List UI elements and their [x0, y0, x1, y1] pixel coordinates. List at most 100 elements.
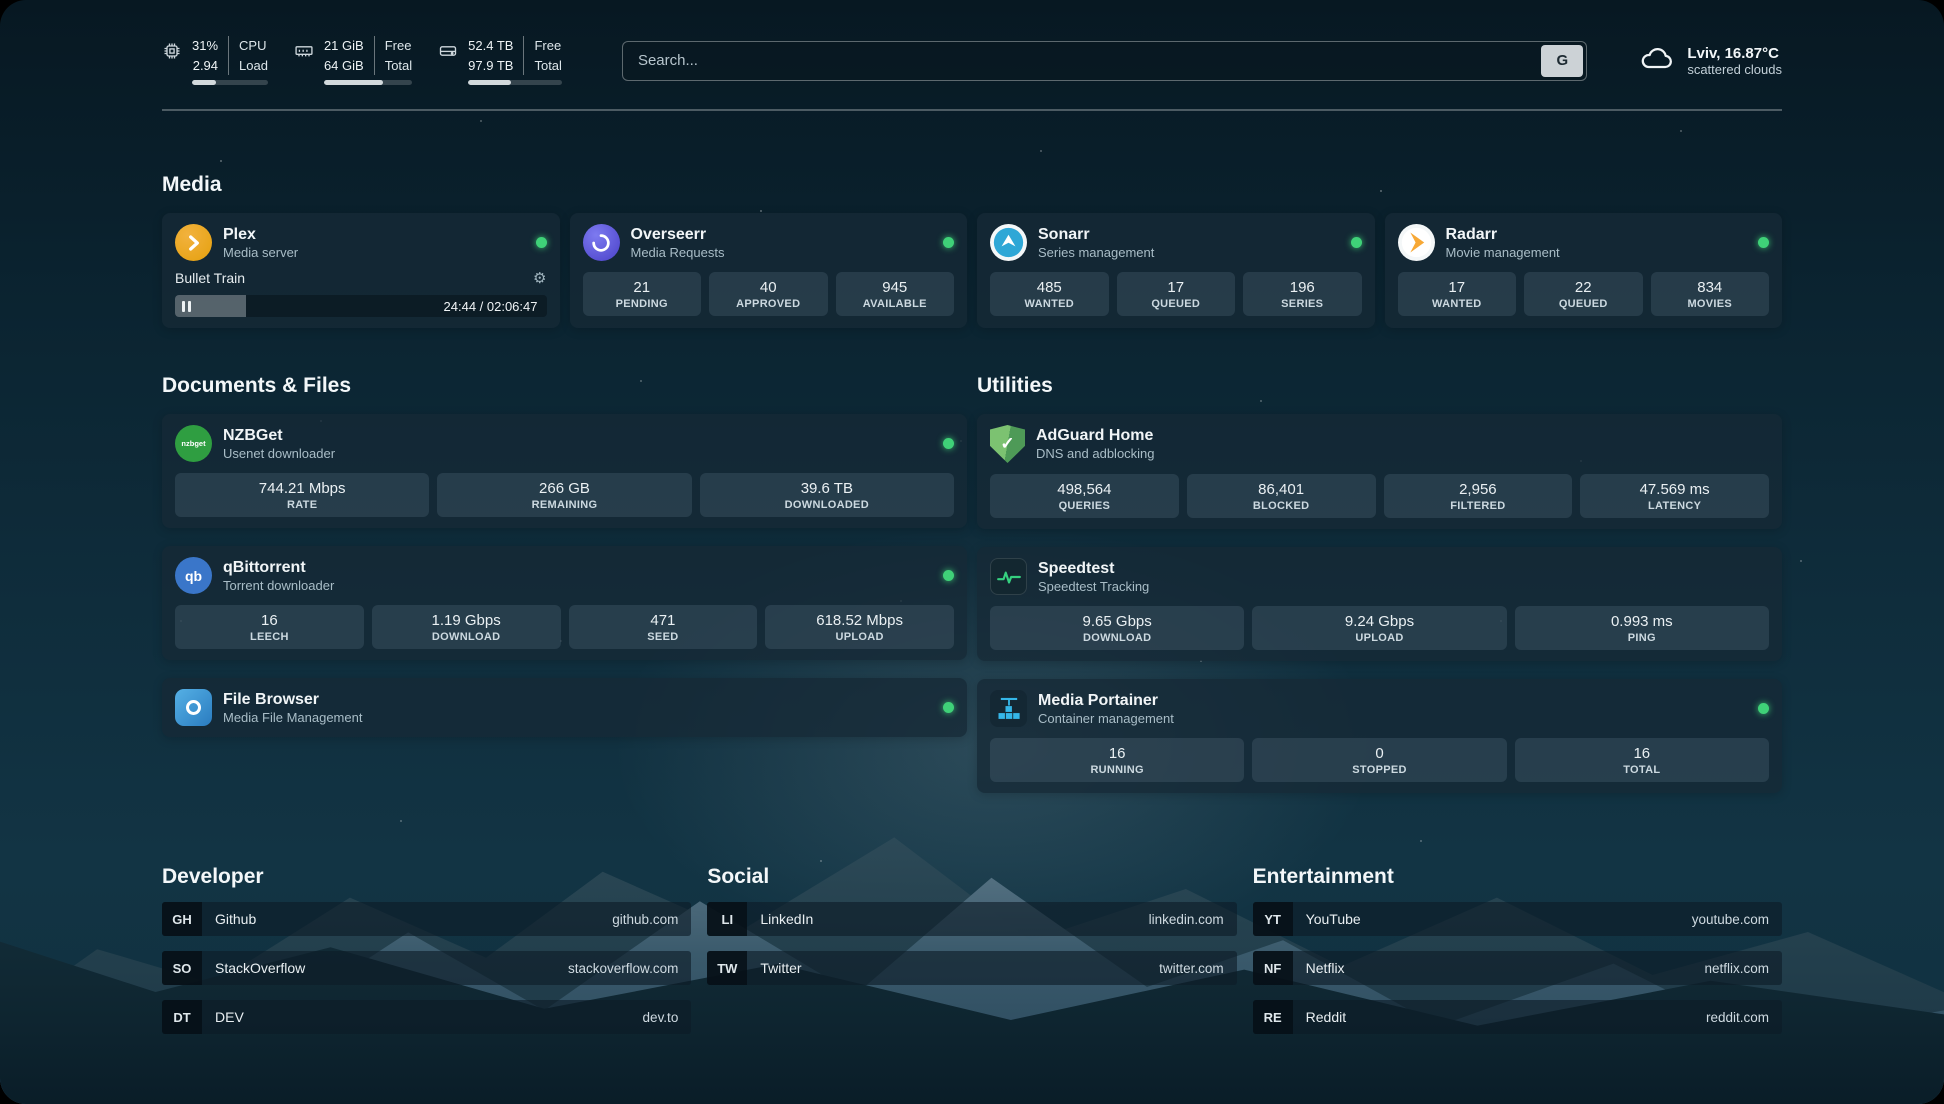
app-card-plex[interactable]: Plex Media server Bullet Train ⚙: [162, 213, 560, 328]
stat-movies: 834MOVIES: [1651, 272, 1770, 316]
radarr-icon: [1398, 224, 1435, 261]
stat-download: 9.65 GbpsDOWNLOAD: [990, 606, 1244, 650]
link-reddit[interactable]: RE Reddit reddit.com: [1253, 1000, 1782, 1034]
memory-free: 21 GiB: [324, 36, 364, 56]
stat-wanted: 17WANTED: [1398, 272, 1517, 316]
status-dot: [943, 702, 954, 713]
cpu-load: 2.94: [193, 56, 218, 76]
adguard-icon: ✓: [990, 425, 1025, 463]
cpu-label-bottom: Load: [239, 56, 268, 76]
status-dot: [1351, 237, 1362, 248]
app-title: AdGuard Home: [1036, 427, 1155, 445]
app-title: Radarr: [1446, 226, 1560, 244]
section-title-entertainment: Entertainment: [1253, 865, 1782, 889]
app-title: NZBGet: [223, 427, 335, 445]
link-linkedin[interactable]: LI LinkedIn linkedin.com: [707, 902, 1236, 936]
link-youtube[interactable]: YT YouTube youtube.com: [1253, 902, 1782, 936]
reddit-badge-icon: RE: [1253, 1000, 1293, 1034]
link-netflix[interactable]: NF Netflix netflix.com: [1253, 951, 1782, 985]
storage-metric: 52.4 TB 97.9 TB Free Total: [438, 36, 562, 85]
app-subtitle: Series management: [1038, 245, 1154, 260]
app-subtitle: Media Requests: [631, 245, 725, 260]
weather-location: Lviv, 16.87°C: [1687, 45, 1782, 62]
sonarr-icon: [990, 224, 1027, 261]
status-dot: [943, 438, 954, 449]
app-card-speedtest[interactable]: Speedtest Speedtest Tracking 9.65 GbpsDO…: [977, 547, 1782, 661]
section-documents: Documents & Files nzbget NZBGet Usenet d…: [162, 374, 967, 793]
cpu-percent: 31%: [192, 36, 218, 56]
storage-free: 52.4 TB: [468, 36, 513, 56]
linkedin-badge-icon: LI: [707, 902, 747, 936]
filebrowser-icon: [175, 689, 212, 726]
stat-filtered: 2,956FILTERED: [1384, 474, 1573, 518]
memory-total: 64 GiB: [324, 56, 364, 76]
stat-remaining: 266 GBREMAINING: [437, 473, 691, 517]
twitter-badge-icon: TW: [707, 951, 747, 985]
stat-upload: 9.24 GbpsUPLOAD: [1252, 606, 1506, 650]
stat-latency: 47.569 msLATENCY: [1580, 474, 1769, 518]
app-card-overseerr[interactable]: Overseerr Media Requests 21PENDING 40APP…: [570, 213, 968, 328]
section-title-documents: Documents & Files: [162, 374, 967, 398]
link-dev[interactable]: DT DEV dev.to: [162, 1000, 691, 1034]
app-subtitle: DNS and adblocking: [1036, 446, 1155, 461]
github-badge-icon: GH: [162, 902, 202, 936]
storage-label-bottom: Total: [534, 56, 561, 76]
app-card-nzbget[interactable]: nzbget NZBGet Usenet downloader 744.21 M…: [162, 414, 967, 528]
cpu-label-top: CPU: [239, 36, 268, 56]
status-dot: [1758, 237, 1769, 248]
app-card-radarr[interactable]: Radarr Movie management 17WANTED 22QUEUE…: [1385, 213, 1783, 328]
memory-label-bottom: Total: [385, 56, 412, 76]
nzbget-icon: nzbget: [175, 425, 212, 462]
link-github[interactable]: GH Github github.com: [162, 902, 691, 936]
app-subtitle: Usenet downloader: [223, 446, 335, 461]
now-playing-title: Bullet Train: [175, 270, 245, 286]
search-input[interactable]: [626, 52, 1541, 69]
section-title-utilities: Utilities: [977, 374, 1782, 398]
app-card-qbittorrent[interactable]: qb qBittorrent Torrent downloader 16LEEC…: [162, 546, 967, 660]
app-subtitle: Movie management: [1446, 245, 1560, 260]
stat-available: 945AVAILABLE: [836, 272, 955, 316]
plex-icon: [175, 224, 212, 261]
link-twitter[interactable]: TW Twitter twitter.com: [707, 951, 1236, 985]
stat-stopped: 0STOPPED: [1252, 738, 1506, 782]
pause-icon[interactable]: [182, 301, 191, 312]
section-title-social: Social: [707, 865, 1236, 889]
portainer-icon: [990, 690, 1027, 727]
app-title: Overseerr: [631, 226, 725, 244]
stat-rate: 744.21 MbpsRATE: [175, 473, 429, 517]
app-subtitle: Media File Management: [223, 710, 362, 725]
stat-queries: 498,564QUERIES: [990, 474, 1179, 518]
section-title-developer: Developer: [162, 865, 691, 889]
section-entertainment: Entertainment YT YouTube youtube.com NF …: [1253, 865, 1782, 1034]
gear-icon[interactable]: ⚙: [533, 269, 546, 287]
cpu-metric: 31% 2.94 CPU Load: [162, 36, 268, 85]
topbar-divider: [162, 109, 1782, 111]
app-subtitle: Container management: [1038, 711, 1174, 726]
speedtest-icon: [990, 558, 1027, 595]
dev-badge-icon: DT: [162, 1000, 202, 1034]
playback-progress-bar[interactable]: 24:44 / 02:06:47: [175, 295, 547, 317]
app-card-sonarr[interactable]: Sonarr Series management 485WANTED 17QUE…: [977, 213, 1375, 328]
memory-progress: [324, 80, 412, 85]
app-subtitle: Torrent downloader: [223, 578, 334, 593]
app-title: qBittorrent: [223, 559, 334, 577]
storage-progress: [468, 80, 562, 85]
cpu-progress: [192, 80, 268, 85]
app-card-adguard[interactable]: ✓ AdGuard Home DNS and adblocking 498,56…: [977, 414, 1782, 529]
app-card-portainer[interactable]: Media Portainer Container management 16R…: [977, 679, 1782, 793]
stat-download: 1.19 GbpsDOWNLOAD: [372, 605, 561, 649]
weather-widget: Lviv, 16.87°C scattered clouds: [1639, 43, 1782, 78]
stackoverflow-badge-icon: SO: [162, 951, 202, 985]
stat-series: 196SERIES: [1243, 272, 1362, 316]
app-subtitle: Media server: [223, 245, 298, 260]
link-stackoverflow[interactable]: SO StackOverflow stackoverflow.com: [162, 951, 691, 985]
app-subtitle: Speedtest Tracking: [1038, 579, 1149, 594]
stat-total: 16TOTAL: [1515, 738, 1769, 782]
status-dot: [1758, 703, 1769, 714]
stat-blocked: 86,401BLOCKED: [1187, 474, 1376, 518]
app-card-filebrowser[interactable]: File Browser Media File Management: [162, 678, 967, 737]
stat-seed: 471SEED: [569, 605, 758, 649]
search-engine-button[interactable]: G: [1541, 45, 1583, 77]
cloud-icon: [1639, 43, 1675, 78]
stat-wanted: 485WANTED: [990, 272, 1109, 316]
